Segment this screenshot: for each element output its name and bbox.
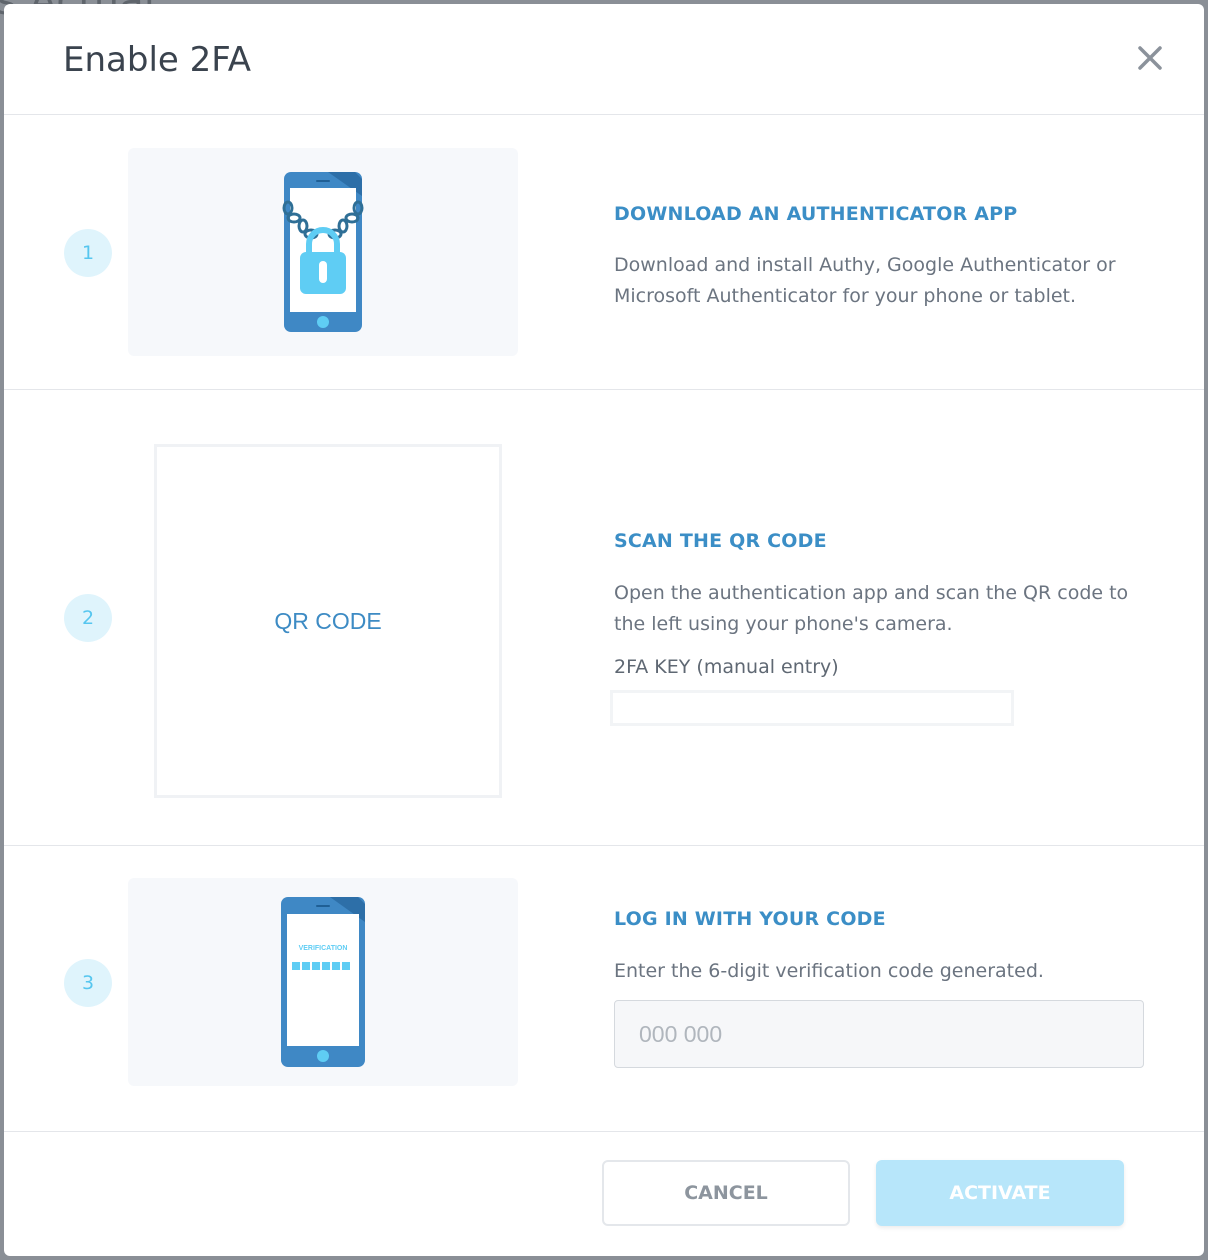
2fa-key-field[interactable]: [610, 690, 1014, 726]
modal-header: Enable 2FA: [4, 4, 1204, 115]
step-2-section: 2 QR CODE SCAN THE QR CODE Open the auth…: [4, 390, 1204, 846]
verification-code-input[interactable]: [614, 1000, 1144, 1068]
qr-code-placeholder: QR CODE: [274, 608, 382, 634]
step-3-section: 3 VERIFICATION LOG IN WITH YOUR CODE Ent…: [4, 846, 1204, 1132]
step-1-description: Download and install Authy, Google Authe…: [614, 254, 1116, 307]
step-2-description: Open the authentication app and scan the…: [614, 582, 1129, 635]
step-1-illustration-box: [128, 148, 518, 356]
close-icon[interactable]: [1132, 40, 1168, 76]
step-number-2: 2: [64, 594, 112, 642]
step-1-section: 1 DOWNLOAD AN AUTHENTICATOR APP Download…: [4, 115, 1204, 390]
enable-2fa-modal: Enable 2FA 1 DOWNLOAD AN AUTHENTICATOR A…: [4, 4, 1204, 1256]
step-3-illustration-box: VERIFICATION: [128, 878, 518, 1086]
modal-title: Enable 2FA: [63, 40, 251, 80]
step-2-title: SCAN THE QR CODE: [614, 530, 827, 552]
step-3-title: LOG IN WITH YOUR CODE: [614, 908, 886, 930]
phone-lock-icon: [282, 172, 364, 332]
verification-text: VERIFICATION: [299, 945, 348, 952]
step-1-title: DOWNLOAD AN AUTHENTICATOR APP: [614, 203, 1018, 225]
activate-button[interactable]: ACTIVATE: [876, 1160, 1124, 1226]
step-number-1: 1: [64, 229, 112, 277]
qr-code-box: QR CODE: [154, 444, 502, 798]
step-number-3: 3: [64, 959, 112, 1007]
cancel-button[interactable]: CANCEL: [602, 1160, 850, 1226]
2fa-key-label: 2FA KEY (manual entry): [614, 656, 839, 678]
step-3-description: Enter the 6-digit verification code gene…: [614, 960, 1044, 982]
modal-footer: CANCEL ACTIVATE: [4, 1132, 1204, 1256]
phone-verification-icon: VERIFICATION: [281, 897, 365, 1067]
